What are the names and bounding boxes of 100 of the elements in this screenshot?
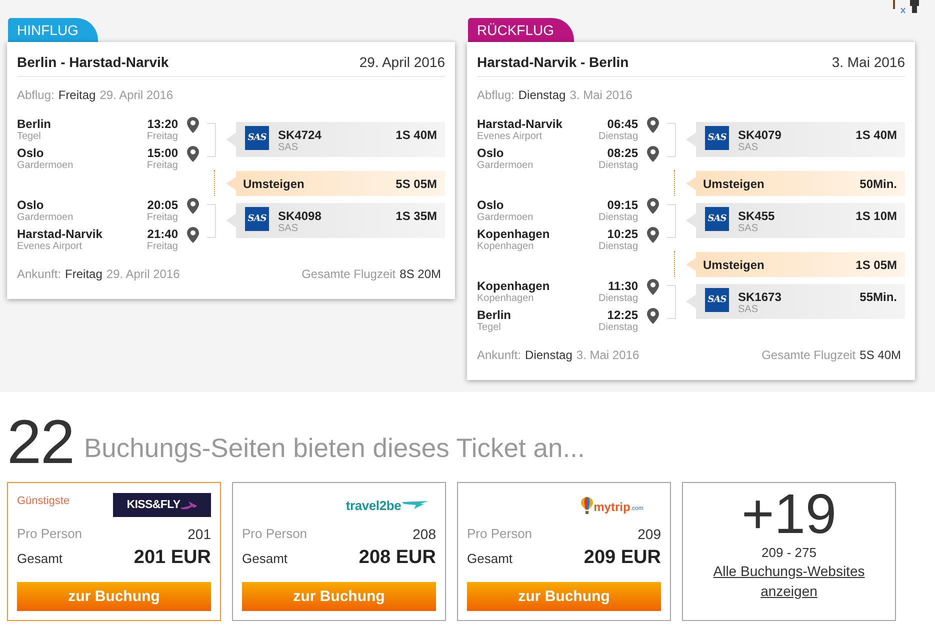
city-name: Harstad-Narvik xyxy=(477,118,562,131)
airline-name: SAS xyxy=(738,142,758,154)
flight-duration: 1S 40M xyxy=(856,128,897,142)
connector-bracket xyxy=(207,204,216,238)
swoosh-icon xyxy=(402,501,428,509)
flight-duration: 1S 10M xyxy=(856,209,897,223)
direction-label: HINFLUG xyxy=(8,18,98,42)
transfer-duration: 50Min. xyxy=(860,176,897,190)
airline-name: SAS xyxy=(738,304,758,316)
weekday: Dienstag xyxy=(598,293,638,304)
airport-name: Kopenhagen xyxy=(477,293,534,304)
dotted-connector-line xyxy=(214,170,215,196)
booking-button[interactable]: zur Buchung xyxy=(242,582,436,611)
stop-time: 08:25 xyxy=(607,147,638,160)
weekday: Dienstag xyxy=(598,241,638,252)
city-name: Oslo xyxy=(477,199,504,212)
map-pin-icon xyxy=(647,117,659,133)
cheapest-label: Günstigste xyxy=(17,494,70,508)
weekday: Dienstag xyxy=(598,160,638,171)
cropped-icons-drawing xyxy=(890,0,920,14)
total-label: Gesamt xyxy=(17,551,63,566)
stop-time: 10:25 xyxy=(607,228,638,241)
airport-name: Evenes Airport xyxy=(477,131,542,142)
total-price: 201 EUR xyxy=(134,547,211,569)
airport-name: Evenes Airport xyxy=(17,241,82,252)
weekday: Dienstag xyxy=(598,131,638,142)
transfer-duration: 1S 05M xyxy=(856,258,897,272)
transfer-label: Umsteigen xyxy=(243,176,304,190)
per-person-price: 209 xyxy=(638,525,661,543)
offer-count: 22 xyxy=(7,412,74,474)
price-range: 209 - 275 xyxy=(762,545,816,561)
per-person-label: Pro Person xyxy=(242,525,308,543)
route-title: Berlin - Harstad-Narvik xyxy=(17,53,169,72)
total-price: 209 EUR xyxy=(584,547,661,569)
all-sites-link[interactable]: Alle Buchungs-Websites anzeigen xyxy=(704,561,874,601)
total-label: Gesamt xyxy=(242,551,288,566)
map-pin-icon xyxy=(647,227,659,243)
airport-name: Tegel xyxy=(17,131,41,142)
map-pin-icon xyxy=(647,146,659,162)
weekday: Dienstag xyxy=(598,212,638,223)
airline-logo: SAS xyxy=(705,207,729,231)
departure-date: 3. Mai 2016 xyxy=(570,87,632,103)
stop-time: 09:15 xyxy=(607,199,638,212)
flight-date: 29. April 2016 xyxy=(359,53,445,72)
airport-name: Gardermoen xyxy=(477,212,534,223)
total-time: 8S 20M xyxy=(400,266,441,282)
flight-duration: 1S 35M xyxy=(396,209,437,223)
weekday: Freitag xyxy=(146,160,178,171)
airline-name: SAS xyxy=(278,223,298,235)
stop-time: 06:45 xyxy=(607,118,638,131)
plane-swoosh-icon xyxy=(181,500,198,510)
connector-bracket xyxy=(667,285,676,319)
city-name: Berlin xyxy=(477,309,512,322)
airport-name: Kopenhagen xyxy=(477,241,534,252)
airport-name: Gardermoen xyxy=(477,160,534,171)
airline-logo: SAS xyxy=(705,288,729,312)
total-time-label: Gesamte Flugzeit xyxy=(302,266,396,282)
departure-label: Abflug: xyxy=(17,87,54,103)
flight-number: SK4724 xyxy=(278,128,322,142)
airline-name: SAS xyxy=(738,223,758,235)
per-person-label: Pro Person xyxy=(467,525,532,543)
airline-name: SAS xyxy=(278,142,298,154)
flight-date: 3. Mai 2016 xyxy=(832,53,905,72)
transfer-label: Umsteigen xyxy=(703,176,764,190)
airline-logo: SAS xyxy=(245,207,269,231)
weekday: Dienstag xyxy=(598,322,638,333)
flight-number: SK4079 xyxy=(738,128,782,142)
booking-button[interactable]: zur Buchung xyxy=(17,582,211,611)
transfer-duration: 5S 05M xyxy=(396,176,437,190)
departure-weekday: Dienstag xyxy=(518,87,566,103)
stop-time: 21:40 xyxy=(147,228,178,241)
flight-duration: 1S 40M xyxy=(396,128,437,142)
stop-time: 15:00 xyxy=(147,147,178,160)
booking-button[interactable]: zur Buchung xyxy=(467,582,661,611)
arrival-label: Ankunft: xyxy=(17,266,62,282)
departure-weekday: Freitag xyxy=(58,87,96,103)
per-person-price: 201 xyxy=(188,525,211,543)
map-pin-icon xyxy=(647,198,659,214)
arrival-weekday: Freitag xyxy=(65,266,102,282)
map-pin-icon xyxy=(647,279,659,295)
city-name: Harstad-Narvik xyxy=(17,228,102,241)
arrival-label: Ankunft: xyxy=(477,347,522,363)
more-count: +19 xyxy=(742,486,836,542)
transfer-label: Umsteigen xyxy=(703,258,764,272)
map-pin-icon xyxy=(647,308,659,324)
arrival-date: 29. April 2016 xyxy=(106,266,180,282)
airport-name: Tegel xyxy=(477,322,501,333)
logo-text: KISS&FLY xyxy=(126,499,180,511)
departure-date: 29. April 2016 xyxy=(100,87,174,103)
weekday: Freitag xyxy=(146,212,178,223)
dotted-connector-line xyxy=(674,251,675,277)
offers-heading: Buchungs-Seiten bieten dieses Ticket an... xyxy=(84,433,585,463)
flight-number: SK455 xyxy=(738,209,775,223)
map-pin-icon xyxy=(187,227,199,243)
map-pin-icon xyxy=(187,146,199,162)
airport-name: Gardermoen xyxy=(17,212,74,223)
flight-number: SK4098 xyxy=(278,209,322,223)
stop-time: 13:20 xyxy=(147,118,178,131)
city-name: Kopenhagen xyxy=(477,280,550,293)
stop-time: 20:05 xyxy=(147,199,178,212)
